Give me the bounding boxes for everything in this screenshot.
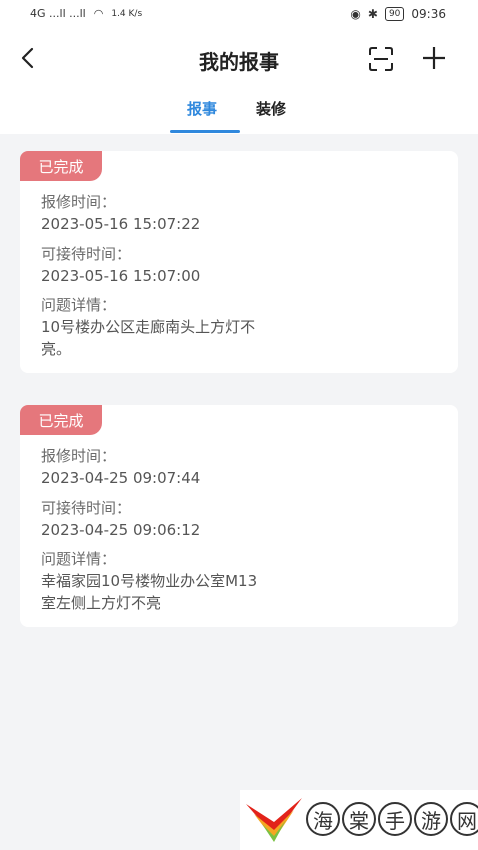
report-time-field: 报修时间： 2023-04-25 09:07:44 [41,445,200,489]
status-badge: 已完成 [20,405,102,435]
add-button[interactable] [418,42,450,74]
tab-renovation[interactable]: 装修 [256,98,286,119]
report-time-value: 2023-04-25 09:07:44 [41,469,201,487]
reception-time-value: 2023-04-25 09:06:12 [41,521,201,539]
report-card[interactable]: 已完成 报修时间： 2023-04-25 09:07:44 可接待时间： 202… [20,405,458,627]
details-line-1: 10号楼办公区走廊南头上方灯不 [41,318,256,336]
reception-time-field: 可接待时间： 2023-04-25 09:06:12 [41,497,200,541]
tab-report[interactable]: 报事 [187,98,217,119]
details-line-2: 室左侧上方灯不亮 [41,594,162,612]
logo-char: 棠 [342,802,376,836]
tab-indicator [170,130,240,133]
plus-icon [423,47,445,69]
top-header: 4G ...ll ...ll ◠ 1.4 K/s ◉ ✱ 90 09:36 我的… [0,0,478,134]
status-bar: 4G ...ll ...ll ◠ 1.4 K/s ◉ ✱ 90 09:36 [0,0,478,30]
status-left: 4G ...ll ...ll ◠ 1.4 K/s [30,7,142,20]
nav-bar: 我的报事 [0,36,478,80]
details-field: 问题详情： 10号楼办公区走廊南头上方灯不 亮。 [41,294,255,360]
tab-bar: 报事 装修 [0,92,478,134]
details-label: 问题详情： [41,296,117,314]
details-line-1: 幸福家园10号楼物业办公室M13 [41,572,258,590]
logo-char: 游 [414,802,448,836]
net-speed: 1.4 K/s [111,8,143,19]
eye-icon: ◉ [350,7,361,21]
logo-icon [246,798,302,842]
page-title: 我的报事 [199,50,279,74]
report-card[interactable]: 已完成 报修时间： 2023-05-16 15:07:22 可接待时间： 202… [20,151,458,373]
reception-time-label: 可接待时间： [41,245,132,263]
report-time-label: 报修时间： [41,193,117,211]
scan-icon [369,47,393,71]
details-label: 问题详情： [41,550,117,568]
report-time-value: 2023-05-16 15:07:22 [41,215,201,233]
report-time-label: 报修时间： [41,447,117,465]
reception-time-field: 可接待时间： 2023-05-16 15:07:00 [41,243,200,287]
bluetooth-icon: ✱ [367,7,378,21]
signal-icon: 4G ...ll ...ll [30,7,86,20]
watermark-logo: 海 棠 手 游 网 [240,790,478,850]
scan-button[interactable] [365,43,397,75]
battery-icon: 90 [384,7,405,21]
status-right: ◉ ✱ 90 09:36 [350,7,446,21]
reception-time-label: 可接待时间： [41,499,132,517]
logo-char: 网 [450,802,478,836]
details-line-2: 亮。 [41,340,72,358]
reception-time-value: 2023-05-16 15:07:00 [41,267,201,285]
logo-char: 海 [306,802,340,836]
logo-char: 手 [378,802,412,836]
wifi-icon: ◠ [93,7,104,20]
details-field: 问题详情： 幸福家园10号楼物业办公室M13 室左侧上方灯不亮 [41,548,257,614]
status-time: 09:36 [411,7,446,21]
logo-text: 海 棠 手 游 网 [306,802,478,836]
report-time-field: 报修时间： 2023-05-16 15:07:22 [41,191,200,235]
status-badge: 已完成 [20,151,102,181]
